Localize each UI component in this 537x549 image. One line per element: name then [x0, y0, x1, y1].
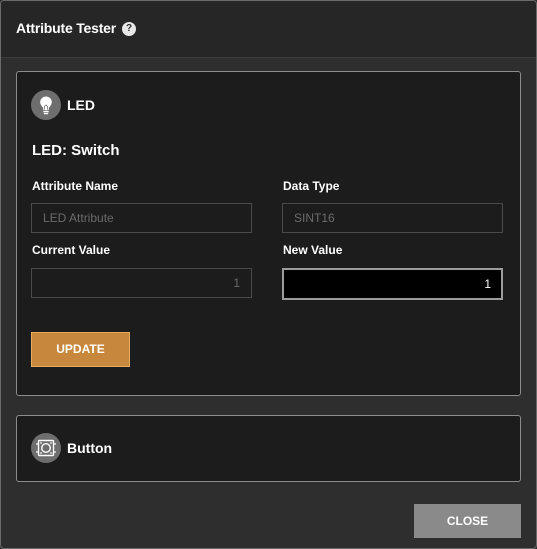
data-type-label: Data Type [283, 179, 340, 193]
button-chip-icon [31, 433, 61, 463]
update-button[interactable]: UPDATE [31, 332, 130, 367]
attribute-name-field [31, 203, 252, 233]
device-name-led: LED [67, 97, 95, 113]
section-title: LED: Switch [32, 142, 120, 159]
help-icon[interactable]: ? [122, 22, 136, 36]
close-button[interactable]: CLOSE [414, 504, 521, 538]
data-type-field [282, 203, 503, 233]
led-panel: LED LED: Switch Attribute Name Data Type… [16, 71, 521, 396]
current-value-field [31, 268, 252, 298]
dialog-title: Attribute Tester [16, 20, 116, 36]
device-name-button: Button [67, 440, 113, 456]
dialog-header: Attribute Tester ? [1, 1, 536, 58]
button-panel[interactable]: Button [16, 415, 521, 482]
lightbulb-icon [31, 90, 61, 120]
current-value-label: Current Value [32, 243, 111, 257]
new-value-label: New Value [283, 243, 343, 257]
attribute-tester-dialog: Attribute Tester ? LED LED: Switch Attri… [0, 0, 537, 549]
new-value-input[interactable] [282, 268, 503, 300]
attribute-name-label: Attribute Name [32, 179, 119, 193]
